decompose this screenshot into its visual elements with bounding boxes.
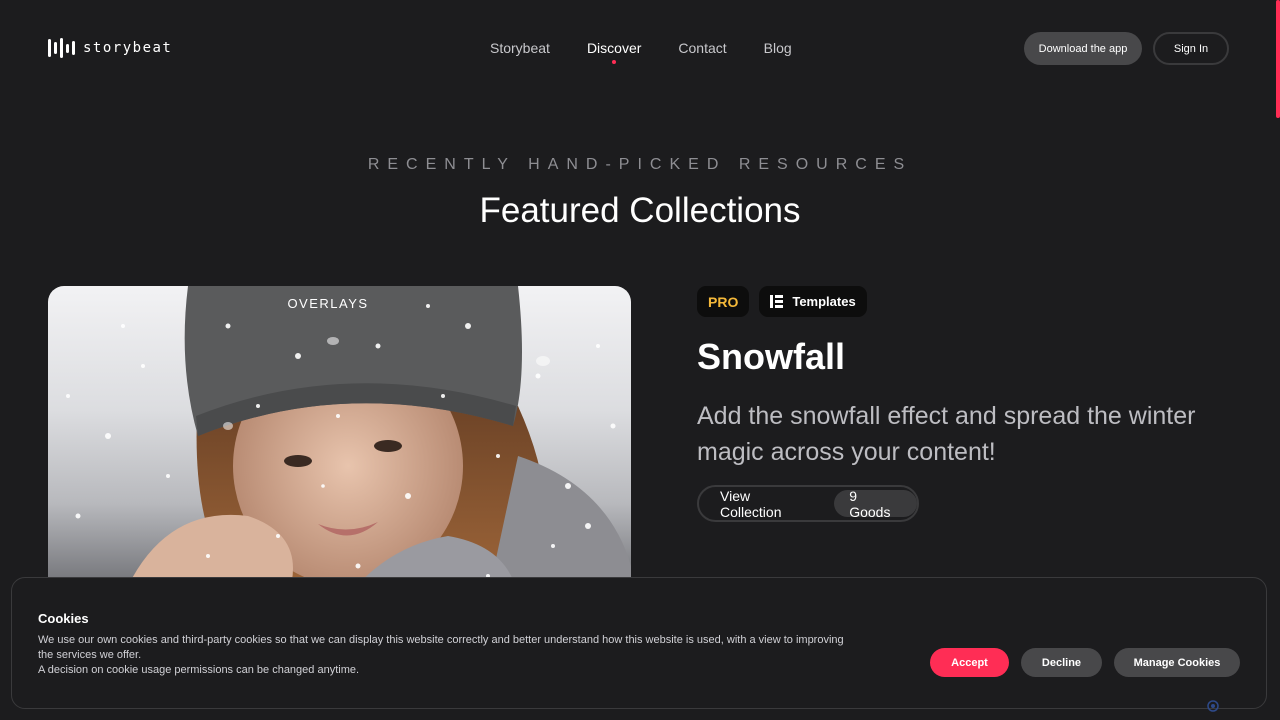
- snowfall-photo: [66, 286, 631, 596]
- pro-badge: PRO: [697, 286, 750, 317]
- brand-logo[interactable]: storybeat: [48, 37, 172, 59]
- gear-icon[interactable]: [1206, 699, 1220, 713]
- collection-description: Add the snowfall effect and spread the w…: [697, 402, 1196, 466]
- cookie-text: We use our own cookies and third-party c…: [38, 633, 858, 678]
- manage-cookies-button[interactable]: Manage Cookies: [1114, 648, 1240, 677]
- category-badge-label: Templates: [792, 294, 856, 309]
- accept-cookies-button[interactable]: Accept: [930, 648, 1009, 677]
- nav-item-contact[interactable]: Contact: [678, 40, 726, 56]
- cookie-text-line-1: We use our own cookies and third-party c…: [38, 634, 844, 661]
- collection-badges: PRO Templates: [697, 286, 867, 317]
- cookie-banner: Cookies We use our own cookies and third…: [11, 577, 1267, 712]
- decline-cookies-button[interactable]: Decline: [1021, 648, 1102, 677]
- nav-item-blog[interactable]: Blog: [764, 40, 792, 56]
- goods-count-badge: 9 Goods: [834, 488, 917, 520]
- category-badge[interactable]: Templates: [759, 286, 867, 317]
- waveform-logo-icon: [48, 37, 75, 59]
- section-eyebrow: RECENTLY HAND-PICKED RESOURCES: [367, 156, 913, 173]
- download-app-button[interactable]: Download the app: [1024, 32, 1142, 65]
- collection-image-label: OVERLAYS: [287, 296, 369, 311]
- nav-item-storybeat[interactable]: Storybeat: [490, 40, 550, 56]
- cookie-text-line-2: A decision on cookie usage permissions c…: [38, 664, 360, 676]
- list-icon: [770, 295, 784, 308]
- brand-name: storybeat: [83, 40, 173, 56]
- view-collection-button[interactable]: View Collection 9 Goods: [697, 485, 919, 522]
- collection-title: Snowfall: [697, 336, 846, 377]
- collection-preview-image[interactable]: OVERLAYS: [48, 286, 631, 596]
- cookie-title: Cookies: [38, 611, 89, 626]
- view-collection-label: View Collection: [720, 487, 782, 520]
- main-nav: Storybeat Discover Contact Blog: [490, 40, 792, 64]
- nav-item-discover[interactable]: Discover: [587, 40, 641, 64]
- sign-in-button[interactable]: Sign In: [1153, 32, 1229, 65]
- site-header: storybeat Storybeat Discover Contact Blo…: [0, 0, 1280, 96]
- section-title: Featured Collections: [479, 191, 801, 230]
